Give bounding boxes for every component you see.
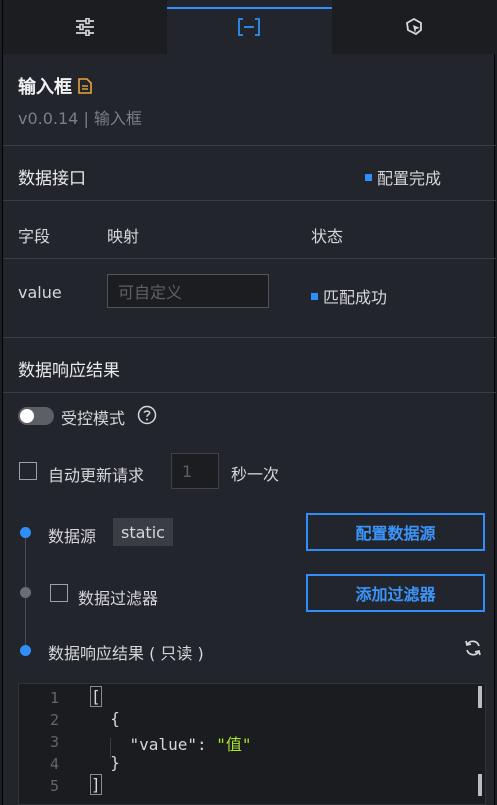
column-header-mapping: 映射: [107, 227, 140, 246]
config-data-source-button[interactable]: 配置数据源: [306, 513, 485, 551]
code-scrollbar[interactable]: [478, 686, 482, 708]
timeline-dot-source: [20, 527, 31, 538]
filter-checkbox[interactable]: [50, 584, 68, 602]
line-number: 3: [49, 733, 59, 751]
column-header-field: 字段: [18, 227, 51, 246]
data-source-tag: static: [113, 518, 173, 546]
field-name: value: [18, 283, 62, 302]
status-dot: [365, 174, 372, 181]
component-title: 输入框: [18, 73, 92, 99]
code-line: ]: [90, 774, 102, 795]
panel-tabs: [3, 0, 496, 54]
config-panel: 输入框 v0.0.14 | 输入框 数据接口 配置完成 字段 映射 状态 val…: [2, 0, 496, 805]
mapping-status-text: 匹配成功: [323, 288, 388, 307]
data-bracket-icon: [238, 18, 261, 36]
code-value: "值": [216, 735, 252, 754]
controlled-mode-toggle[interactable]: [18, 407, 54, 425]
line-number: 5: [49, 777, 59, 795]
timeline-dot-filter: [20, 587, 31, 598]
component-version: v0.0.14 | 输入框: [18, 109, 142, 128]
component-title-text: 输入框: [18, 77, 72, 98]
line-number: 4: [49, 755, 59, 773]
code-line: {: [91, 709, 120, 728]
code-line: }: [91, 753, 120, 772]
mapping-status: 匹配成功: [311, 284, 387, 308]
code-line: "value": "值": [91, 731, 252, 755]
divider: [3, 258, 496, 259]
auto-update-checkbox[interactable]: [19, 462, 37, 480]
interface-status-text: 配置完成: [377, 169, 442, 188]
filter-label: 数据过滤器: [78, 589, 159, 608]
data-source-label: 数据源: [48, 527, 97, 546]
indent-guide: [110, 738, 111, 758]
controlled-mode-label: 受控模式: [61, 409, 126, 428]
code-scrollbar[interactable]: [478, 774, 482, 796]
interaction-icon: [405, 17, 422, 36]
interface-status: 配置完成: [365, 165, 441, 189]
response-title: 数据响应结果: [18, 361, 120, 381]
response-code-viewer[interactable]: 1 2 3 4 5 [ { "value": "值" } ]: [18, 683, 486, 805]
help-icon[interactable]: [137, 405, 157, 425]
interval-input[interactable]: 1: [171, 453, 219, 489]
line-number: 2: [49, 711, 59, 729]
divider: [3, 337, 496, 338]
response-result-label: 数据响应结果 ( 只读 ): [48, 644, 204, 663]
tab-style[interactable]: [3, 0, 167, 54]
interface-title: 数据接口: [18, 169, 86, 189]
tab-data[interactable]: [167, 0, 332, 54]
add-filter-button[interactable]: 添加过滤器: [306, 574, 485, 612]
divider: [3, 200, 496, 201]
divider: [3, 392, 496, 393]
refresh-icon[interactable]: [463, 638, 483, 658]
auto-update-label: 自动更新请求: [48, 466, 145, 485]
tab-interaction[interactable]: [332, 0, 496, 54]
sliders-icon: [76, 18, 95, 36]
divider: [3, 145, 496, 146]
interval-unit: 秒一次: [231, 465, 280, 484]
mapping-input[interactable]: 可自定义: [107, 274, 269, 308]
document-icon[interactable]: [78, 78, 92, 94]
timeline-dot-result: [20, 645, 31, 656]
column-header-status: 状态: [311, 227, 344, 246]
status-dot: [311, 293, 318, 300]
line-number: 1: [49, 689, 59, 707]
code-line: [: [90, 686, 102, 707]
